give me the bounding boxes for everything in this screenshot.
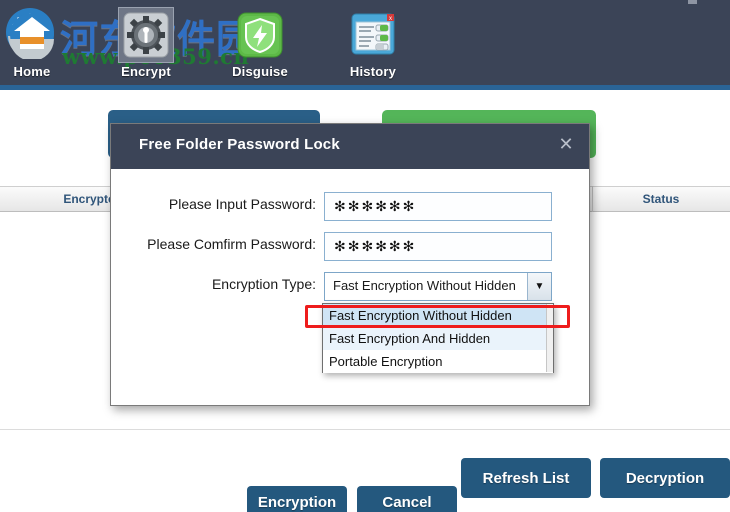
toolbar-item-encrypt-label: Encrypt — [121, 64, 171, 79]
svg-text:x: x — [389, 16, 392, 22]
password-input[interactable] — [324, 192, 552, 221]
column-divider[interactable] — [592, 186, 593, 212]
encrypt-gear-icon — [118, 7, 174, 63]
encryption-type-select[interactable]: Fast Encryption Without Hidden ▼ — [324, 272, 552, 301]
toolbar-item-home-label: Home — [13, 64, 51, 79]
disguise-shield-icon — [232, 7, 288, 63]
toolbar-item-disguise[interactable]: Disguise — [214, 2, 306, 84]
confirm-password-label: Please Comfirm Password: — [147, 236, 316, 252]
toolbar-item-disguise-label: Disguise — [232, 64, 288, 79]
refresh-list-button[interactable]: Refresh List — [461, 458, 591, 498]
dialog-cancel-button[interactable]: Cancel — [357, 486, 457, 512]
dialog-encryption-button[interactable]: Encryption — [247, 486, 347, 512]
dropdown-option-0[interactable]: Fast Encryption Without Hidden — [323, 304, 553, 327]
top-toolbar: 河东软件园 www.pc0359.cn Home — [0, 0, 730, 85]
toolbar-item-history[interactable]: x History — [327, 2, 419, 84]
toolbar-accent-bar — [0, 85, 730, 90]
dropdown-scrollbar[interactable] — [546, 304, 553, 372]
window-control-hint — [688, 0, 697, 4]
app-window: 河东软件园 www.pc0359.cn Home — [0, 0, 730, 512]
dialog-title-bar: Free Folder Password Lock ✕ — [111, 124, 589, 169]
password-label: Please Input Password: — [168, 196, 316, 212]
toolbar-item-home[interactable]: Home — [0, 2, 78, 84]
encryption-type-label: Encryption Type: — [211, 276, 316, 292]
column-header-status[interactable]: Status — [592, 187, 730, 211]
dialog-title: Free Folder Password Lock — [139, 136, 340, 153]
confirm-password-field-row: Please Comfirm Password: — [111, 232, 589, 262]
toolbar-item-encrypt[interactable]: Encrypt — [100, 2, 192, 84]
close-icon[interactable]: ✕ — [553, 131, 579, 157]
dropdown-option-1[interactable]: Fast Encryption And Hidden — [323, 327, 553, 350]
encryption-type-field-row: Encryption Type: Fast Encryption Without… — [111, 272, 589, 302]
chevron-down-icon[interactable]: ▼ — [527, 273, 551, 300]
password-field-row: Please Input Password: — [111, 192, 589, 222]
encryption-type-dropdown-list[interactable]: Fast Encryption Without Hidden Fast Encr… — [322, 303, 554, 373]
home-icon — [4, 7, 60, 63]
encryption-type-selected-value: Fast Encryption Without Hidden — [333, 278, 516, 293]
confirm-password-input[interactable] — [324, 232, 552, 261]
toolbar-item-history-label: History — [349, 64, 397, 79]
decryption-button[interactable]: Decryption — [600, 458, 730, 498]
history-window-icon: x — [345, 7, 401, 63]
dropdown-option-2[interactable]: Portable Encryption — [323, 350, 553, 373]
